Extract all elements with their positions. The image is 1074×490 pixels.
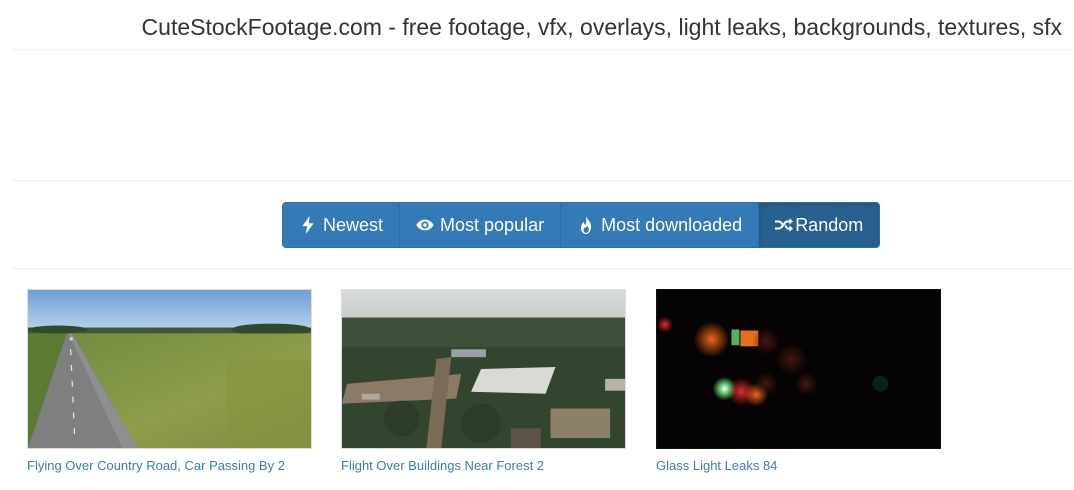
newest-button[interactable]: Newest — [283, 203, 401, 247]
video-thumbnail[interactable] — [341, 289, 626, 449]
most-popular-label: Most popular — [440, 214, 545, 235]
sort-button-group: Newest Most popular Most downloaded Rand… — [282, 202, 881, 248]
shuffle-icon — [775, 218, 794, 232]
video-card: Flying Over Country Road, Car Passing By… — [27, 289, 312, 473]
video-thumbnail[interactable] — [27, 289, 312, 449]
light-leaks-thumbnail-image — [657, 290, 940, 448]
video-card: Glass Light Leaks 84 — [656, 289, 941, 473]
country-road-thumbnail-image — [28, 290, 311, 448]
site-header: CuteStockFootage.com - free footage, vfx… — [12, 0, 1074, 50]
fire-icon — [581, 216, 592, 234]
most-downloaded-button[interactable]: Most downloaded — [561, 203, 760, 247]
sort-bar: Newest Most popular Most downloaded Rand… — [12, 182, 1074, 269]
video-thumbnail[interactable] — [656, 289, 941, 449]
site-title[interactable]: CuteStockFootage.com - free footage, vfx… — [142, 14, 1062, 41]
video-title[interactable]: Glass Light Leaks 84 — [656, 458, 941, 473]
random-button[interactable]: Random — [759, 203, 880, 247]
ad-space — [12, 51, 1074, 181]
bolt-icon — [302, 216, 314, 234]
forest-buildings-thumbnail-image — [342, 290, 625, 448]
video-title[interactable]: Flight Over Buildings Near Forest 2 — [341, 458, 626, 473]
most-downloaded-label: Most downloaded — [601, 214, 743, 235]
video-card: Flight Over Buildings Near Forest 2 — [341, 289, 626, 473]
random-label: Random — [795, 214, 864, 235]
video-title[interactable]: Flying Over Country Road, Car Passing By… — [27, 458, 312, 473]
most-popular-button[interactable]: Most popular — [400, 203, 562, 247]
eye-icon — [416, 219, 434, 231]
newest-label: Newest — [323, 214, 384, 235]
